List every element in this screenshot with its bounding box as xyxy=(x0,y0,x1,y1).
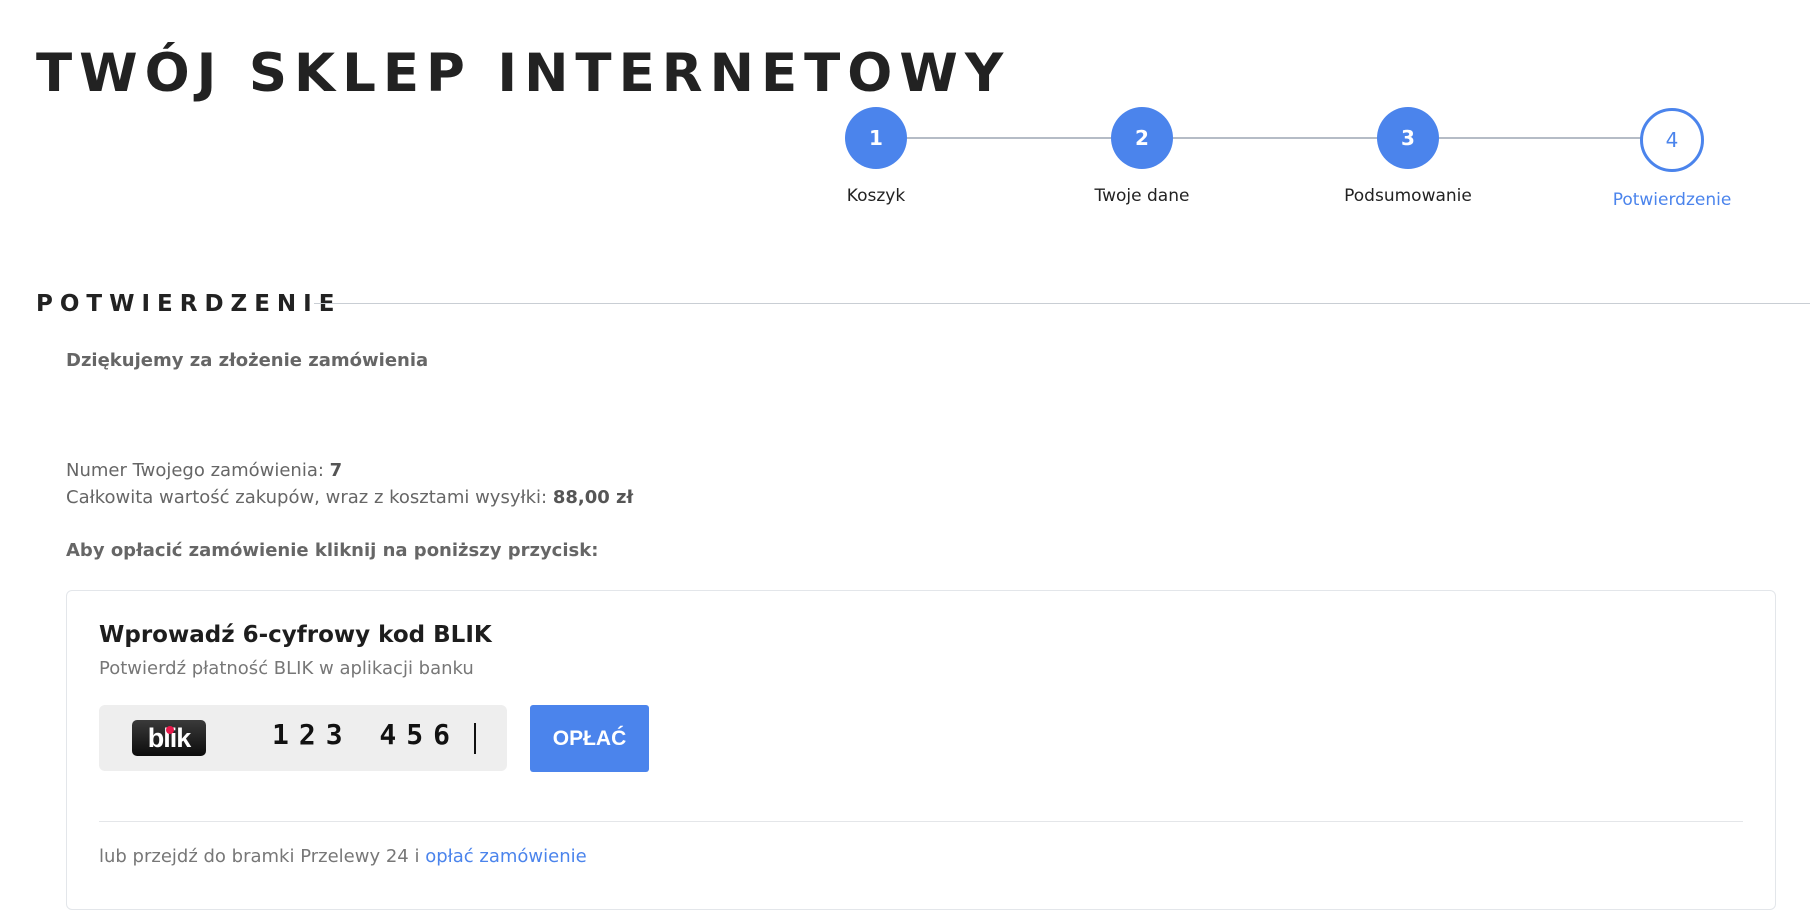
step-1-circle[interactable]: 1 xyxy=(845,107,907,169)
order-number-label: Numer Twojego zamówienia: xyxy=(66,460,330,481)
blik-subtitle: Potwierdź płatność BLIK w aplikacji bank… xyxy=(99,658,474,679)
blik-logo-dot xyxy=(166,726,174,734)
pay-order-link[interactable]: opłać zamówienie xyxy=(425,846,587,867)
order-total-line: Całkowita wartość zakupów, wraz z koszta… xyxy=(66,487,633,508)
step-2-circle[interactable]: 2 xyxy=(1111,107,1173,169)
blik-payment-card: Wprowadź 6-cyfrowy kod BLIK Potwierdź pł… xyxy=(66,590,1776,910)
order-number-value: 7 xyxy=(329,460,343,481)
step-3-circle[interactable]: 3 xyxy=(1377,107,1439,169)
blik-code-input[interactable]: blik 123 456 xyxy=(99,705,507,771)
step-connector xyxy=(906,137,1112,139)
step-3-label[interactable]: Podsumowanie xyxy=(1308,186,1508,206)
thank-you-message: Dziękujemy za złożenie zamówienia xyxy=(66,350,429,371)
pay-button[interactable]: OPŁAĆ xyxy=(530,705,649,772)
gateway-line: lub przejdź do bramki Przelewy 24 i opła… xyxy=(99,846,587,867)
step-2-label[interactable]: Twoje dane xyxy=(1042,186,1242,206)
section-title: POTWIERDZENIE xyxy=(36,291,342,317)
order-number-line: Numer Twojego zamówienia: 7 xyxy=(66,460,342,481)
step-connector xyxy=(1172,137,1378,139)
order-total-label: Całkowita wartość zakupów, wraz z koszta… xyxy=(66,487,553,508)
order-total-value: 88,00 zł xyxy=(552,487,634,508)
blik-logo: blik xyxy=(132,720,206,756)
section-divider xyxy=(314,303,1810,304)
step-1-label[interactable]: Koszyk xyxy=(776,186,976,206)
gateway-text: lub przejdź do bramki Przelewy 24 i xyxy=(99,846,426,867)
pay-instruction: Aby opłacić zamówienie kliknij na poniżs… xyxy=(66,540,599,561)
text-caret xyxy=(474,723,476,754)
step-4-circle: 4 xyxy=(1640,108,1704,172)
step-4-label: Potwierdzenie xyxy=(1612,190,1732,210)
blik-title: Wprowadź 6-cyfrowy kod BLIK xyxy=(99,622,492,648)
card-divider xyxy=(99,821,1743,822)
checkout-stepper: 1 2 3 4 Koszyk Twoje dane Podsumowanie P… xyxy=(0,0,1810,230)
blik-code-value[interactable]: 123 456 xyxy=(272,718,460,751)
step-connector xyxy=(1438,137,1642,139)
